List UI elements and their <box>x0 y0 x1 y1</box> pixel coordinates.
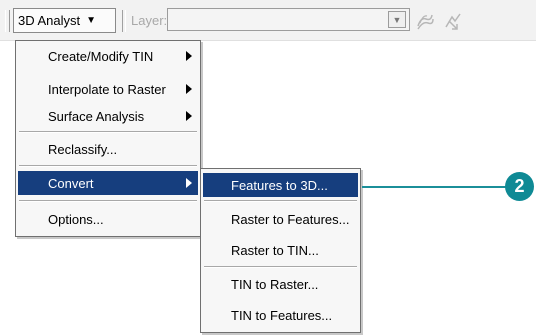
menu-item-create-modify-tin[interactable]: Create/Modify TIN <box>18 44 198 68</box>
create-contours-icon[interactable] <box>414 10 436 32</box>
menu-item-raster-to-tin[interactable]: Raster to TIN... <box>203 238 358 262</box>
step-callout-badge: 2 <box>505 172 534 201</box>
menu-item-tin-to-features[interactable]: TIN to Features... <box>203 303 358 327</box>
callout-leader-line <box>362 186 507 188</box>
menu-item-options[interactable]: Options... <box>18 207 198 231</box>
submenu-arrow-icon <box>186 178 192 188</box>
submenu-arrow-icon <box>186 51 192 61</box>
layer-label: Layer: <box>131 13 168 28</box>
menu-separator <box>19 200 197 202</box>
menu-item-label: TIN to Raster... <box>231 276 319 292</box>
menu-item-convert[interactable]: Convert <box>18 171 198 195</box>
dropdown-caret-icon: ▼ <box>86 15 97 26</box>
menu-item-label: Create/Modify TIN <box>48 48 154 64</box>
3d-analyst-menu-label: 3D Analyst <box>18 13 81 28</box>
menu-item-label: Convert <box>48 175 94 191</box>
menu-item-label: Reclassify... <box>48 141 118 157</box>
toolbar-grip[interactable] <box>5 10 10 32</box>
menu-item-tin-to-raster[interactable]: TIN to Raster... <box>203 272 358 296</box>
menu-item-label: Options... <box>48 211 104 227</box>
convert-submenu: Features to 3D... Raster to Features... … <box>200 168 361 333</box>
menu-item-label: TIN to Features... <box>231 307 333 323</box>
menu-item-label: Surface Analysis <box>48 108 145 124</box>
menu-item-features-to-3d[interactable]: Features to 3D... <box>203 173 358 197</box>
layer-dropdown-arrow-icon[interactable]: ▼ <box>388 11 406 28</box>
menu-item-label: Raster to TIN... <box>231 242 319 258</box>
submenu-arrow-icon <box>186 84 192 94</box>
menu-separator <box>19 165 197 167</box>
3d-analyst-menu-button[interactable]: 3D Analyst ▼ <box>13 8 116 33</box>
menu-separator <box>204 200 357 202</box>
menu-item-surface-analysis[interactable]: Surface Analysis <box>18 104 198 128</box>
menu-item-label: Interpolate to Raster <box>48 81 166 97</box>
menu-item-interpolate-to-raster[interactable]: Interpolate to Raster <box>18 77 198 101</box>
menu-item-label: Raster to Features... <box>231 211 350 227</box>
submenu-arrow-icon <box>186 111 192 121</box>
menu-item-label: Features to 3D... <box>231 177 328 193</box>
toolbar-3d-analyst: 3D Analyst ▼ Layer: ▼ <box>0 0 536 41</box>
toolbar-separator <box>122 10 126 32</box>
menu-item-reclassify[interactable]: Reclassify... <box>18 137 198 161</box>
steepest-path-icon[interactable] <box>442 10 464 32</box>
menu-separator <box>204 266 357 268</box>
layer-select[interactable] <box>167 8 410 31</box>
3d-analyst-menu: Create/Modify TIN Interpolate to Raster … <box>15 40 201 237</box>
menu-separator <box>19 131 197 133</box>
menu-item-raster-to-features[interactable]: Raster to Features... <box>203 207 358 231</box>
